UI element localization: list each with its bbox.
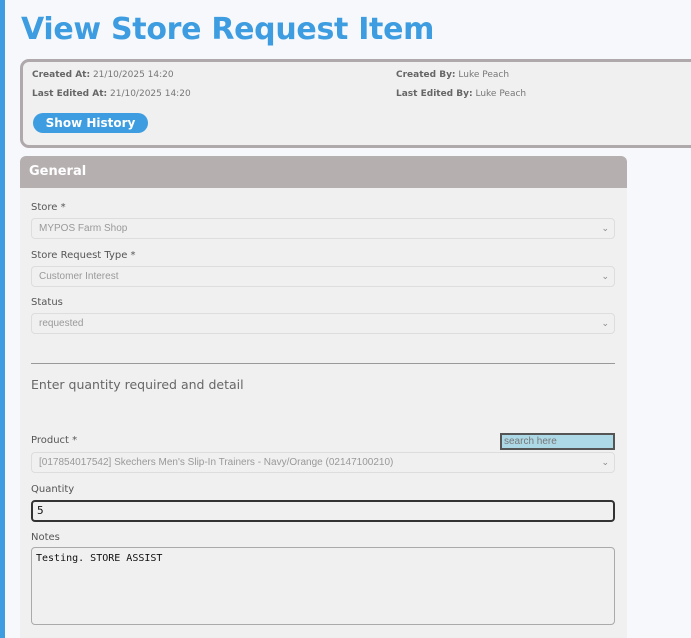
created-at: Created At: 21/10/2025 14:20 [32, 70, 174, 80]
created-by-value: Luke Peach [458, 70, 510, 80]
last-edited-at: Last Edited At: 21/10/2025 14:20 [32, 89, 191, 99]
general-panel: General Store * MYPOS Farm Shop ⌄ Store R… [20, 156, 627, 638]
status-value: requested [39, 318, 84, 329]
notes-label: Notes [31, 532, 60, 543]
divider [31, 363, 615, 364]
last-edited-at-value: 21/10/2025 14:20 [110, 89, 191, 99]
section-subheading: Enter quantity required and detail [31, 377, 244, 392]
created-by-label: Created By: [396, 70, 456, 80]
status-select[interactable]: requested ⌄ [31, 313, 615, 334]
left-accent-bar [0, 0, 5, 638]
store-request-type-select[interactable]: Customer Interest ⌄ [31, 266, 615, 287]
last-edited-by-value: Luke Peach [475, 89, 527, 99]
store-request-type-label: Store Request Type * [31, 250, 136, 261]
product-value: [017854017542] Skechers Men's Slip-In Tr… [39, 457, 394, 468]
product-search-input[interactable]: search here [500, 433, 615, 450]
show-history-button[interactable]: Show History [33, 113, 148, 133]
chevron-down-icon: ⌄ [601, 223, 609, 233]
page-title: View Store Request Item [21, 12, 435, 47]
product-select[interactable]: [017854017542] Skechers Men's Slip-In Tr… [31, 452, 615, 473]
chevron-down-icon: ⌄ [601, 318, 609, 328]
store-label: Store * [31, 202, 66, 213]
notes-textarea[interactable]: Testing. STORE ASSIST [31, 547, 615, 625]
status-label: Status [31, 297, 63, 308]
general-header: General [20, 156, 627, 188]
created-by: Created By: Luke Peach [396, 70, 509, 80]
created-at-label: Created At: [32, 70, 91, 80]
audit-info-box: Created At: 21/10/2025 14:20 Created By:… [20, 59, 691, 148]
store-value: MYPOS Farm Shop [39, 223, 128, 234]
chevron-down-icon: ⌄ [601, 457, 609, 467]
quantity-input[interactable]: 5 [31, 500, 615, 522]
last-edited-at-label: Last Edited At: [32, 89, 108, 99]
type-value: Customer Interest [39, 271, 119, 282]
created-at-value: 21/10/2025 14:20 [92, 70, 174, 80]
quantity-label: Quantity [31, 484, 75, 495]
last-edited-by-label: Last Edited By: [396, 89, 473, 99]
chevron-down-icon: ⌄ [601, 271, 609, 281]
last-edited-by: Last Edited By: Luke Peach [396, 89, 526, 99]
store-select[interactable]: MYPOS Farm Shop ⌄ [31, 218, 615, 239]
product-label: Product * [31, 435, 78, 446]
